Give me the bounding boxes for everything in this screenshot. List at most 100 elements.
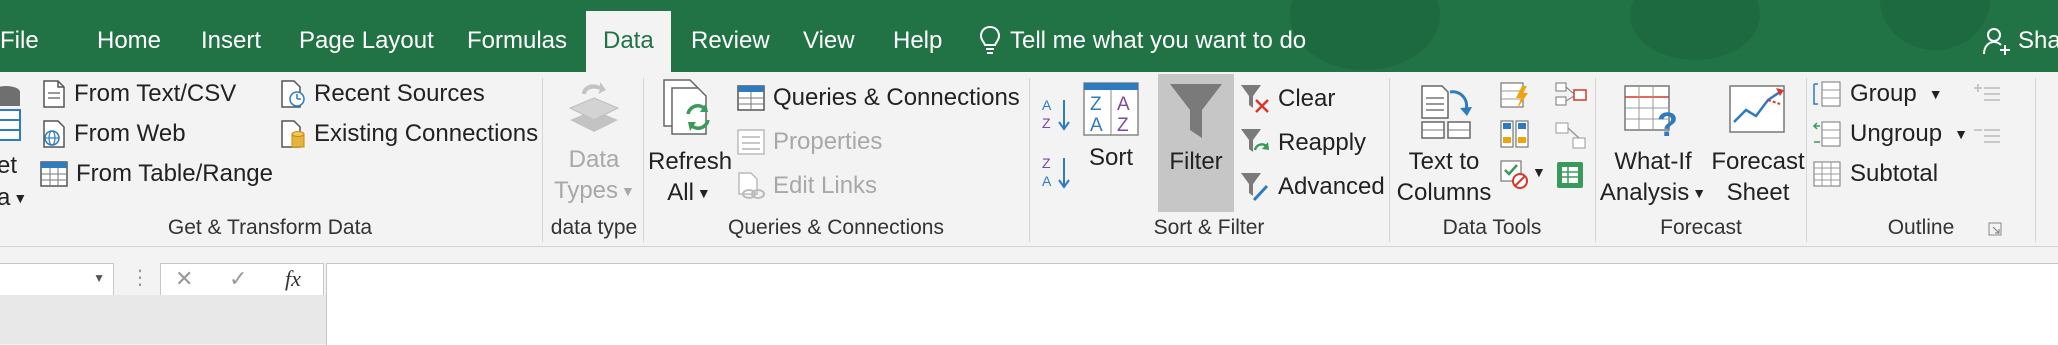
flash-fill-icon[interactable] <box>1500 82 1530 110</box>
get-data-label-top: et <box>0 152 18 179</box>
formula-bar-grip-icon[interactable]: ⋮ <box>130 265 150 290</box>
tab-help[interactable]: Help <box>876 13 959 72</box>
forecast-sheet-line2: Sheet <box>1726 179 1790 206</box>
tab-insert[interactable]: Insert <box>184 13 278 72</box>
manage-data-model-icon[interactable] <box>1555 160 1585 190</box>
queries-connections-button[interactable]: Queries & Connections <box>737 84 1020 112</box>
ungroup-button[interactable]: Ungroup ▼ <box>1812 120 1968 148</box>
reapply-icon <box>1241 129 1270 152</box>
from-web-button[interactable]: From Web <box>42 120 186 148</box>
tab-review[interactable]: Review <box>674 13 787 72</box>
data-types-icon <box>568 82 620 132</box>
recent-sources-label: Recent Sources <box>314 80 485 107</box>
cancel-icon[interactable]: ✕ <box>175 266 193 292</box>
insert-function-icon[interactable]: fx <box>285 266 301 292</box>
from-table-range-button[interactable]: From Table/Range <box>40 160 273 188</box>
forecast-sheet-button[interactable]: Forecast Sheet <box>1708 82 1808 208</box>
advanced-label: Advanced <box>1278 173 1385 200</box>
forecast-sheet-line1: Forecast <box>1711 148 1805 175</box>
dropdown-caret-icon: ▼ <box>696 185 711 202</box>
group-icon <box>1813 81 1841 107</box>
clear-filter-icon <box>1241 85 1269 113</box>
hide-detail-icon[interactable] <box>1972 122 2002 150</box>
svg-text:Z: Z <box>1090 94 1102 115</box>
recent-sources-button[interactable]: Recent Sources <box>280 80 485 108</box>
name-box-dropdown-icon[interactable]: ▼ <box>93 271 105 285</box>
share-button[interactable]: Sha <box>1982 13 2058 69</box>
dropdown-caret-icon: ▼ <box>1692 185 1707 202</box>
relationships-icon[interactable] <box>1555 122 1587 150</box>
lightbulb-icon <box>979 25 1001 54</box>
properties-icon <box>737 129 765 155</box>
from-text-csv-button[interactable]: From Text/CSV <box>42 80 236 108</box>
edit-links-label: Edit Links <box>773 172 878 199</box>
sort-icon: Z A A Z <box>1083 82 1139 136</box>
recent-sources-icon <box>281 80 305 108</box>
refresh-all-button[interactable]: Refresh All ▼ <box>648 78 732 209</box>
remove-duplicates-icon[interactable] <box>1500 120 1530 148</box>
show-detail-icon[interactable] <box>1972 80 2002 108</box>
dropdown-caret-icon: ▼ <box>1954 126 1968 142</box>
reapply-button[interactable]: Reapply <box>1240 128 1366 158</box>
clear-filter-button[interactable]: Clear <box>1240 84 1335 114</box>
name-box[interactable]: ▼ <box>0 263 114 297</box>
consolidate-icon[interactable] <box>1555 82 1587 110</box>
sort-z-to-a-icon[interactable]: Z A <box>1042 154 1072 190</box>
svg-text:Z: Z <box>1042 115 1051 131</box>
advanced-filter-icon <box>1241 173 1269 202</box>
funnel-icon <box>1170 84 1222 138</box>
filter-label: Filter <box>1169 148 1223 175</box>
group-label-data-tools: Data Tools <box>1442 216 1542 239</box>
group-button[interactable]: Group ▼ <box>1812 80 1943 108</box>
sort-button[interactable]: Z A A Z Sort <box>1082 82 1140 173</box>
what-if-icon: ? <box>1624 85 1678 140</box>
existing-connections-icon <box>281 120 305 148</box>
from-table-range-label: From Table/Range <box>76 160 273 187</box>
formula-input[interactable] <box>326 263 2058 345</box>
sort-label: Sort <box>1088 144 1133 171</box>
tell-me-search[interactable]: Tell me what you want to do <box>978 13 1306 69</box>
what-if-analysis-button[interactable]: ? What-If Analysis ▼ <box>1598 82 1708 209</box>
group-label-forecast: Forecast <box>1660 216 1742 239</box>
advanced-filter-button[interactable]: Advanced <box>1240 172 1385 202</box>
add-person-icon <box>1983 28 2010 55</box>
subtotal-label: Subtotal <box>1850 160 1939 187</box>
data-validation-icon[interactable] <box>1500 160 1530 190</box>
dialog-launcher-icon[interactable] <box>1988 222 2002 236</box>
tab-formulas[interactable]: Formulas <box>450 13 584 72</box>
get-data-label-text: a <box>0 184 11 211</box>
data-types-label-line1: Data <box>568 146 620 173</box>
enter-icon[interactable]: ✓ <box>229 266 247 292</box>
sort-a-to-z-icon[interactable]: A Z <box>1042 96 1072 132</box>
edit-links-button[interactable]: Edit Links <box>737 172 877 200</box>
tab-page-layout[interactable]: Page Layout <box>282 13 451 72</box>
get-data-label-bottom: a ▼ <box>0 182 27 214</box>
tab-file[interactable]: File <box>0 13 56 72</box>
group-label: Group <box>1850 80 1917 107</box>
queries-connections-label: Queries & Connections <box>773 84 1020 111</box>
text-to-columns-button[interactable]: Text to Columns <box>1394 82 1494 208</box>
tab-view[interactable]: View <box>786 13 872 72</box>
group-label-get-transform: Get & Transform Data <box>167 216 373 239</box>
properties-button[interactable]: Properties <box>737 128 882 156</box>
dropdown-caret-icon[interactable]: ▼ <box>1532 164 1546 180</box>
dropdown-caret-icon: ▼ <box>621 183 635 200</box>
ungroup-label: Ungroup <box>1850 120 1943 147</box>
queries-pane-icon <box>737 85 765 111</box>
tab-data[interactable]: Data <box>586 11 671 72</box>
share-label: Sha <box>2018 27 2058 54</box>
filter-button[interactable]: Filter <box>1158 82 1234 177</box>
group-label-queries: Queries & Connections <box>728 216 944 239</box>
web-page-icon <box>43 120 65 148</box>
text-file-icon <box>43 80 65 108</box>
group-label-sort-filter: Sort & Filter <box>1153 216 1265 239</box>
data-types-button[interactable]: Data Types ▼ <box>554 80 635 207</box>
svg-text:A: A <box>1090 115 1103 136</box>
database-icon <box>0 86 21 141</box>
existing-connections-button[interactable]: Existing Connections <box>280 120 538 148</box>
svg-text:A: A <box>1117 94 1130 115</box>
svg-text:A: A <box>1042 97 1052 113</box>
tab-home[interactable]: Home <box>80 13 178 72</box>
subtotal-button[interactable]: Subtotal <box>1812 160 1938 188</box>
from-web-label: From Web <box>74 120 186 147</box>
